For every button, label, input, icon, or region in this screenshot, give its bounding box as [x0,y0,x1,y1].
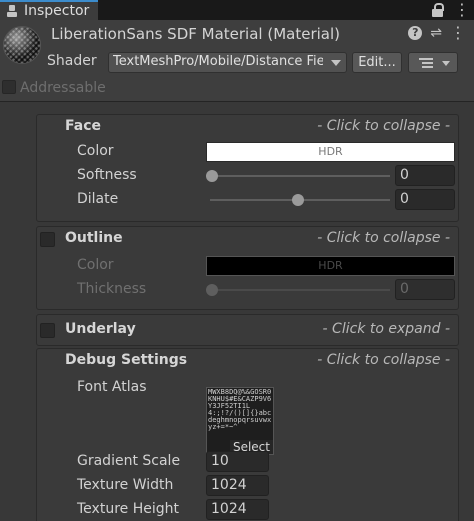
help-icon[interactable]: ? [408,26,423,40]
material-header: LiberationSans SDF Material (Material) ?… [0,20,474,102]
texture-height-input[interactable]: 1024 [206,499,269,520]
dropdown-arrow-icon [442,61,450,66]
header-icons: ? ⇌ ⋮ [408,25,466,41]
shader-options-button[interactable] [408,52,458,73]
underlay-title: Underlay [65,321,136,337]
face-color-field[interactable]: HDR [206,142,455,162]
tab-inspector[interactable]: Inspector [0,0,98,20]
softness-slider-track[interactable] [210,175,390,177]
underlay-section: Underlay - Click to expand - [36,314,459,346]
thickness-input[interactable]: 0 [395,279,455,300]
underlay-section-header[interactable]: Underlay - Click to expand - [37,318,458,342]
gradient-scale-label: Gradient Scale [77,453,181,469]
face-section: Face - Click to collapse - Color HDR Sof… [36,114,459,222]
inspector-icon [6,4,22,18]
shader-value: TextMeshPro/Mobile/Distance Field [113,54,323,69]
debug-collapse-hint: - Click to collapse - [317,352,450,368]
material-title: LiberationSans SDF Material (Material) [51,25,340,43]
presets-icon[interactable]: ⇌ [430,26,442,40]
shader-label: Shader [47,53,97,69]
debug-title: Debug Settings [65,352,188,368]
font-atlas-label: Font Atlas [77,379,147,395]
texture-width-input[interactable]: 1024 [206,475,269,496]
material-preview-thumbnail [3,26,41,64]
underlay-expand-hint: - Click to expand - [322,321,450,337]
tab-bar-controls: ⋮ [432,0,470,20]
kebab-menu-icon[interactable]: ⋮ [454,2,470,18]
dilate-slider-thumb[interactable] [292,194,304,206]
lock-icon[interactable] [432,3,444,17]
font-atlas-texture[interactable]: MWXB8DQ@%&GOSR0KNHU$#E&CAZP9V6Y3JF52TI1L… [206,387,274,455]
outline-title: Outline [65,230,123,246]
softness-input[interactable]: 0 [395,165,455,186]
material-properties: Face - Click to collapse - Color HDR Sof… [0,102,474,521]
face-title: Face [65,118,101,134]
debug-settings-section: Debug Settings - Click to collapse - Fon… [36,348,459,521]
tab-title: Inspector [24,3,90,19]
gradient-scale-input[interactable]: 10 [206,451,269,472]
softness-slider-thumb[interactable] [206,170,218,182]
outline-section-header[interactable]: Outline - Click to collapse - [37,227,458,251]
outline-enable-checkbox[interactable] [40,232,55,247]
dropdown-arrow-icon [331,60,341,66]
texture-height-label: Texture Height [77,501,179,517]
texture-width-label: Texture Width [77,477,174,493]
shader-dropdown[interactable]: TextMeshPro/Mobile/Distance Field [108,52,347,73]
outline-color-field[interactable]: HDR [206,256,455,276]
more-options-icon[interactable]: ⋮ [450,25,466,41]
addressable-checkbox[interactable] [2,80,16,94]
underlay-enable-checkbox[interactable] [40,323,55,338]
outline-section: Outline - Click to collapse - Color HDR … [36,226,459,310]
face-collapse-hint: - Click to collapse - [317,118,450,134]
softness-label: Softness [77,167,137,183]
tab-bar: Inspector ⋮ [0,0,474,20]
outline-color-label: Color [77,257,114,273]
thickness-slider-thumb[interactable] [206,284,218,296]
dilate-label: Dilate [77,191,119,207]
inspector-window: Inspector ⋮ LiberationSans SDF Material … [0,0,474,521]
face-section-header[interactable]: Face - Click to collapse - [37,115,458,139]
edit-shader-button[interactable]: Edit... [352,52,402,73]
debug-section-header[interactable]: Debug Settings - Click to collapse - [37,349,458,373]
thickness-slider-track[interactable] [210,289,390,291]
hdr-label: HDR [318,145,343,158]
list-icon [419,58,433,68]
thickness-label: Thickness [77,281,147,297]
face-color-label: Color [77,143,114,159]
outline-collapse-hint: - Click to collapse - [317,230,450,246]
hdr-label: HDR [318,259,343,272]
dilate-input[interactable]: 0 [395,189,455,210]
addressable-label: Addressable [20,80,106,96]
